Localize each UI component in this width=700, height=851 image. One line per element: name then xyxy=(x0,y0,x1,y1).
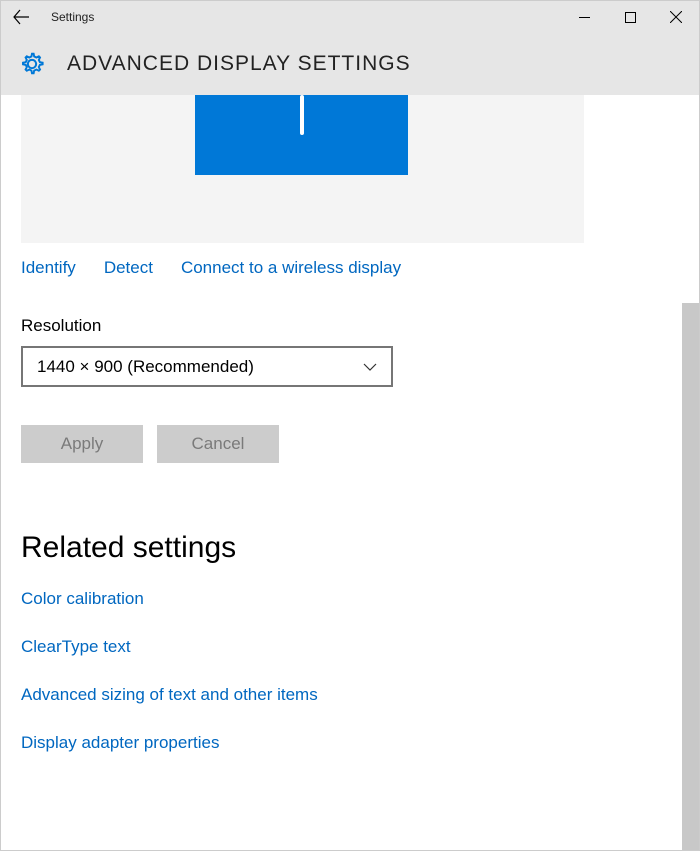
advanced-sizing-link[interactable]: Advanced sizing of text and other items xyxy=(21,685,662,705)
maximize-icon xyxy=(625,12,636,23)
back-arrow-icon xyxy=(12,8,30,26)
cleartype-link[interactable]: ClearType text xyxy=(21,637,662,657)
close-button[interactable] xyxy=(653,1,699,33)
resolution-section: Resolution 1440 × 900 (Recommended) xyxy=(1,278,682,387)
identify-link[interactable]: Identify xyxy=(21,258,76,278)
content-wrapper: Identify Detect Connect to a wireless di… xyxy=(1,95,699,850)
apply-button[interactable]: Apply xyxy=(21,425,143,463)
window-controls xyxy=(561,1,699,33)
resolution-value: 1440 × 900 (Recommended) xyxy=(37,357,254,377)
titlebar-left: Settings xyxy=(11,7,94,27)
related-settings-links: Color calibration ClearType text Advance… xyxy=(1,565,682,753)
color-calibration-link[interactable]: Color calibration xyxy=(21,589,662,609)
minimize-button[interactable] xyxy=(561,1,607,33)
display-actions: Identify Detect Connect to a wireless di… xyxy=(1,243,682,278)
resolution-label: Resolution xyxy=(21,316,662,336)
maximize-button[interactable] xyxy=(607,1,653,33)
related-settings-heading: Related settings xyxy=(1,463,682,565)
content: Identify Detect Connect to a wireless di… xyxy=(1,95,682,850)
monitor-preview-wrap xyxy=(1,95,682,243)
detect-link[interactable]: Detect xyxy=(104,258,153,278)
monitor-preview-area xyxy=(21,95,584,243)
page-header: ADVANCED DISPLAY SETTINGS xyxy=(1,33,699,95)
resolution-select[interactable]: 1440 × 900 (Recommended) xyxy=(21,346,393,387)
adapter-properties-link[interactable]: Display adapter properties xyxy=(21,733,662,753)
connect-wireless-link[interactable]: Connect to a wireless display xyxy=(181,258,401,278)
scrollbar-thumb[interactable] xyxy=(682,303,699,850)
monitor-divider xyxy=(300,95,304,135)
close-icon xyxy=(670,11,682,23)
scrollbar[interactable] xyxy=(682,95,699,850)
button-row: Apply Cancel xyxy=(1,387,682,463)
window-title: Settings xyxy=(51,10,94,24)
page-title: ADVANCED DISPLAY SETTINGS xyxy=(67,52,411,76)
settings-gear-icon xyxy=(19,51,45,77)
back-button[interactable] xyxy=(11,7,31,27)
cancel-button[interactable]: Cancel xyxy=(157,425,279,463)
minimize-icon xyxy=(579,12,590,23)
chevron-down-icon xyxy=(363,360,377,374)
titlebar: Settings xyxy=(1,1,699,33)
monitor-1[interactable] xyxy=(195,95,408,175)
